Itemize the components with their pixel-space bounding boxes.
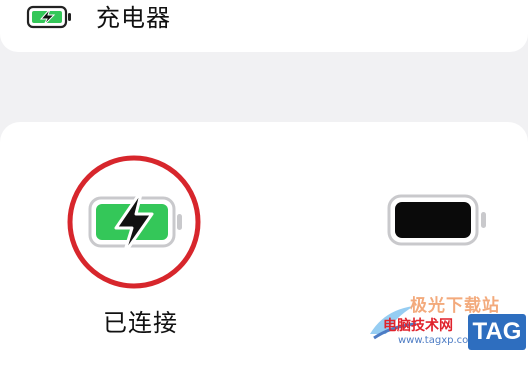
connected-device[interactable] <box>64 152 204 292</box>
charger-row[interactable]: 充电器 <box>0 0 528 40</box>
battery-icon <box>387 194 486 246</box>
watermark-site: 极光下载站 <box>410 296 500 316</box>
charger-label: 充电器 <box>96 4 171 32</box>
watermark-name: 电脑技术网 <box>383 318 453 334</box>
connection-status: 已连接 <box>103 309 178 337</box>
watermark-tag: TAG <box>468 314 526 350</box>
charging-battery-icon <box>26 5 71 29</box>
watermark-url: www.tagxp.com <box>398 335 478 346</box>
other-device[interactable] <box>385 190 495 250</box>
charging-battery-icon <box>67 155 201 289</box>
